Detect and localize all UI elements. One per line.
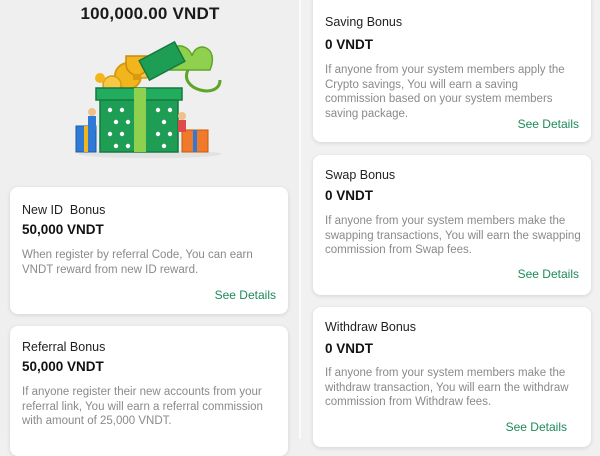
withdraw-bonus-card: Withdraw Bonus 0 VNDT If anyone from you… [313, 307, 591, 447]
card-amount: 0 VNDT [325, 37, 374, 52]
swap-bonus-card: Swap Bonus 0 VNDT If anyone from your sy… [313, 155, 591, 295]
card-description: When register by referral Code, You can … [22, 249, 253, 276]
see-details-link[interactable]: See Details [518, 117, 579, 131]
card-title: Withdraw Bonus [325, 320, 417, 334]
card-title: New ID Bonus [22, 203, 106, 217]
saving-bonus-card: Saving Bonus 0 VNDT If anyone from your … [313, 0, 591, 142]
gift-box-with-coins-icon [75, 40, 222, 158]
see-details-link[interactable]: See Details [215, 288, 276, 302]
card-title: Referral Bonus [22, 340, 106, 354]
card-title: Swap Bonus [325, 168, 396, 182]
card-description: If anyone from your system members make … [325, 367, 569, 408]
see-details-link[interactable]: See Details [506, 420, 567, 434]
card-amount: 0 VNDT [325, 188, 374, 203]
card-description: If anyone from your system members apply… [325, 64, 565, 120]
new-id-bonus-card: New ID Bonus 50,000 VNDT When register b… [10, 187, 288, 314]
total-bonus-amount: 100,000.00 VNDT [80, 4, 220, 23]
card-description: If anyone register their new accounts fr… [22, 386, 263, 427]
card-title: Saving Bonus [325, 15, 403, 29]
referral-bonus-card: Referral Bonus 50,000 VNDT If anyone reg… [10, 326, 288, 456]
card-amount: 0 VNDT [325, 341, 374, 356]
card-amount: 50,000 VNDT [22, 359, 104, 374]
card-description: If anyone from your system members make … [325, 215, 581, 256]
see-details-link[interactable]: See Details [518, 267, 579, 281]
card-amount: 50,000 VNDT [22, 222, 104, 237]
